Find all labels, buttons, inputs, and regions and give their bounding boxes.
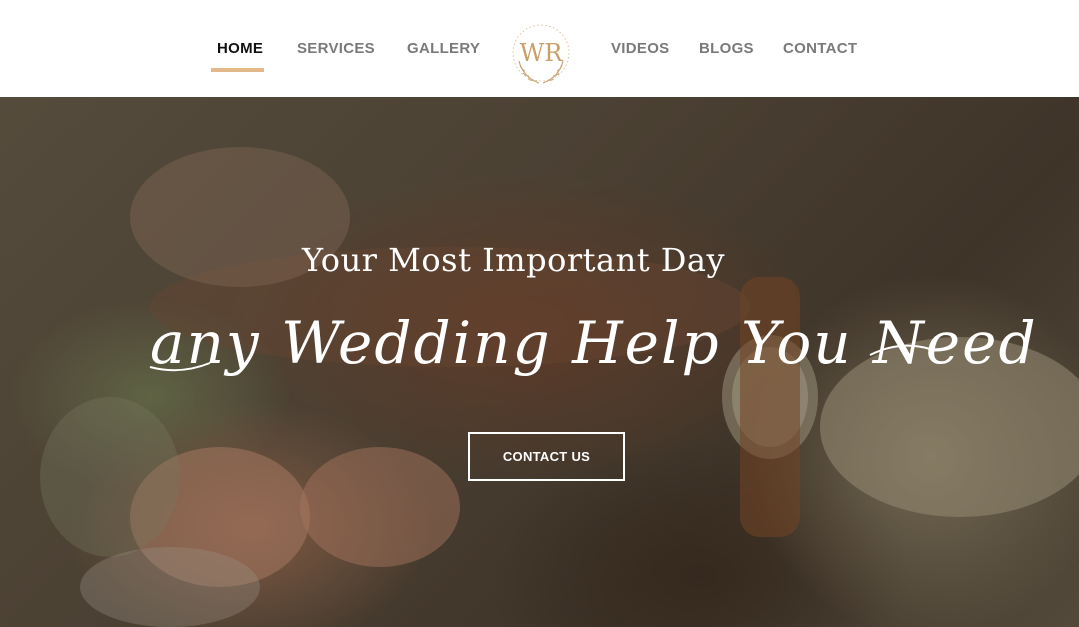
nav-gallery[interactable]: GALLERY — [407, 40, 480, 57]
hero-title: any Wedding Help You Need — [150, 309, 1038, 377]
site-logo[interactable]: WR — [505, 17, 577, 89]
site-header: HOME SERVICES GALLERY WR VIDEOS BLOGS CO… — [0, 0, 1079, 97]
nav-videos[interactable]: VIDEOS — [611, 40, 669, 57]
nav-home[interactable]: HOME — [217, 40, 263, 57]
nav-active-underline — [211, 68, 264, 72]
hero-section: Your Most Important Day any Wedding Help… — [0, 97, 1079, 627]
logo-wreath-icon: WR — [512, 24, 570, 84]
nav-blogs[interactable]: BLOGS — [699, 40, 754, 57]
hero-subtitle: Your Most Important Day — [301, 241, 726, 279]
nav-services[interactable]: SERVICES — [297, 40, 375, 57]
logo-monogram: WR — [520, 39, 564, 67]
contact-us-button[interactable]: CONTACT US — [468, 432, 625, 481]
nav-contact[interactable]: CONTACT — [783, 40, 857, 57]
